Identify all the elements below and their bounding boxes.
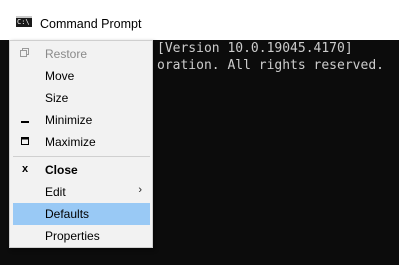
menu-item-size[interactable]: Size	[13, 87, 150, 109]
restore-icon	[20, 47, 30, 59]
system-menu: Restore Move Size Minimize Maximize x Cl…	[9, 40, 153, 248]
window-title: Command Prompt	[40, 17, 142, 31]
console-line: [Version 10.0.19045.4170]	[157, 41, 353, 56]
menu-item-label: Edit	[45, 185, 66, 199]
menu-item-minimize[interactable]: Minimize	[13, 109, 150, 131]
menu-item-maximize[interactable]: Maximize	[13, 131, 150, 153]
menu-item-defaults[interactable]: Defaults	[13, 203, 150, 225]
menu-item-label: Restore	[45, 47, 88, 61]
menu-item-move[interactable]: Move	[13, 65, 150, 87]
menu-item-restore[interactable]: Restore	[13, 43, 150, 65]
command-prompt-icon[interactable]: C:\	[16, 16, 32, 27]
close-icon: x	[21, 163, 29, 175]
menu-item-label: Properties	[45, 229, 100, 243]
minimize-icon	[20, 113, 30, 125]
menu-item-label: Close	[45, 163, 78, 177]
maximize-icon	[20, 135, 30, 147]
menu-item-edit[interactable]: Edit ›	[13, 181, 150, 203]
menu-item-properties[interactable]: Properties	[13, 225, 150, 247]
menu-item-label: Maximize	[45, 135, 96, 149]
menu-item-label: Minimize	[45, 113, 93, 127]
menu-item-label: Size	[45, 91, 69, 105]
menu-item-close[interactable]: x Close	[13, 159, 150, 181]
menu-separator	[13, 156, 150, 157]
menu-item-label: Move	[45, 69, 75, 83]
title-bar[interactable]: C:\ Command Prompt	[0, 0, 399, 41]
icon-text: C:\	[17, 18, 30, 26]
chevron-right-icon: ›	[138, 184, 142, 196]
menu-item-label: Defaults	[45, 207, 90, 221]
console-line: oration. All rights reserved.	[157, 58, 384, 73]
